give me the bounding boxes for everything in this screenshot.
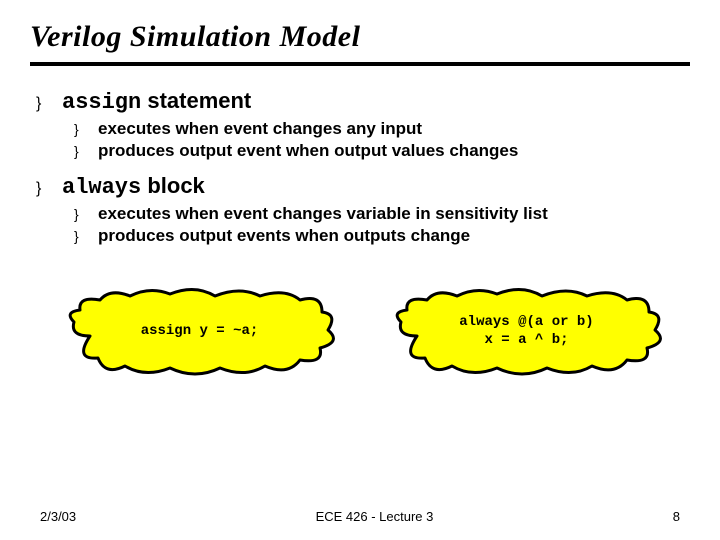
blob-code: assign y = ~a;: [60, 286, 340, 376]
slide-footer: 2/3/03 ECE 426 - Lecture 3 8: [0, 509, 720, 524]
bullet-assign: } assign statement: [36, 88, 690, 115]
slide: Verilog Simulation Model } assign statem…: [0, 0, 720, 540]
keyword-always: always: [62, 175, 141, 200]
keyword-assign: assign: [62, 90, 141, 115]
footer-date: 2/3/03: [40, 509, 76, 524]
footer-page: 8: [673, 509, 680, 524]
blob-always: always @(a or b) x = a ^ b;: [387, 286, 667, 376]
diagram-row: assign y = ~a; always @(a or b) x = a ^ …: [36, 286, 690, 376]
subitem-text: produces output events when outputs chan…: [98, 226, 470, 246]
bullet-icon: }: [74, 121, 98, 137]
blob-assign: assign y = ~a;: [60, 286, 340, 376]
blob-code: always @(a or b) x = a ^ b;: [387, 286, 667, 376]
bullet-icon: }: [36, 180, 62, 198]
bullet-icon: }: [74, 143, 98, 159]
slide-title: Verilog Simulation Model: [30, 20, 690, 54]
rest-text: block: [141, 173, 205, 198]
subitem: } produces output event when output valu…: [74, 141, 690, 161]
bullet-icon: }: [36, 95, 62, 113]
subitem: } produces output events when outputs ch…: [74, 226, 690, 246]
bullet-text: assign statement: [62, 88, 251, 115]
title-rule: [30, 62, 690, 66]
subitem-text: executes when event changes any input: [98, 119, 422, 139]
bullet-icon: }: [74, 228, 98, 244]
bullet-always: } always block: [36, 173, 690, 200]
bullet-icon: }: [74, 206, 98, 222]
sublist-assign: } executes when event changes any input …: [74, 119, 690, 161]
sublist-always: } executes when event changes variable i…: [74, 204, 690, 246]
subitem: } executes when event changes any input: [74, 119, 690, 139]
code-line: assign y = ~a;: [141, 322, 259, 340]
footer-center: ECE 426 - Lecture 3: [316, 509, 434, 524]
code-line: always @(a or b): [459, 313, 593, 331]
rest-text: statement: [141, 88, 251, 113]
code-line: x = a ^ b;: [484, 331, 568, 349]
subitem: } executes when event changes variable i…: [74, 204, 690, 224]
subitem-text: produces output event when output values…: [98, 141, 518, 161]
content-area: } assign statement } executes when event…: [30, 88, 690, 376]
bullet-text: always block: [62, 173, 205, 200]
subitem-text: executes when event changes variable in …: [98, 204, 548, 224]
